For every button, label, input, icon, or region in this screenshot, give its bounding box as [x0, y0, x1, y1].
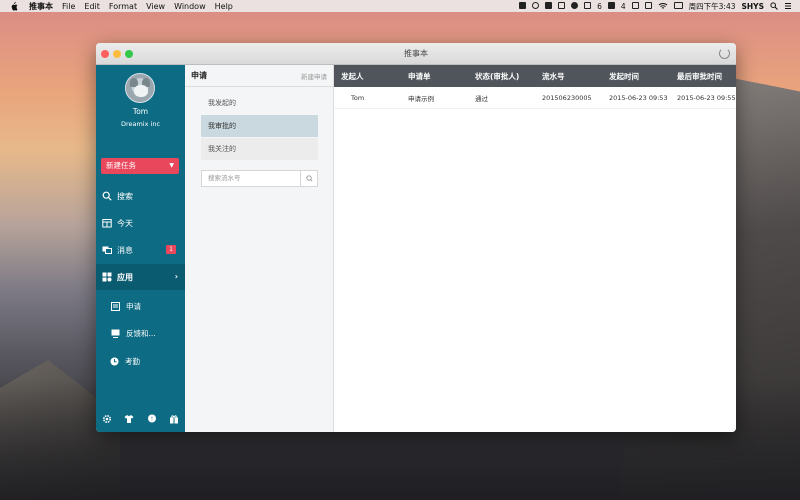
- document-icon: [111, 301, 120, 311]
- new-application-link[interactable]: 新建申请: [301, 71, 327, 81]
- column-header-serial[interactable]: 流水号: [535, 71, 602, 82]
- zoom-window-button[interactable]: [125, 50, 133, 58]
- svg-text:!: !: [151, 417, 153, 423]
- feedback-icon: [111, 329, 120, 338]
- window-controls: [101, 50, 133, 58]
- sidebar-item-today[interactable]: 今天: [96, 210, 185, 236]
- menu-format[interactable]: Format: [109, 2, 137, 11]
- menu-help[interactable]: Help: [215, 2, 233, 11]
- menubar: 推事本 File Edit Format View Window Help 6 …: [0, 0, 800, 12]
- new-task-label: 新建任务: [106, 161, 136, 170]
- battery-icon[interactable]: [673, 1, 683, 11]
- new-task-button[interactable]: 新建任务 ▼: [101, 158, 179, 174]
- search-icon: [102, 191, 112, 201]
- minimize-window-button[interactable]: [113, 50, 121, 58]
- search-button[interactable]: [300, 171, 317, 186]
- cell-last-approved: 2015-06-23 09:55: [677, 93, 736, 102]
- column-header-initiator[interactable]: 发起人: [334, 71, 401, 82]
- panel-header: 申请 新建申请: [185, 65, 333, 87]
- filter-initiated-by-me[interactable]: 我发起的: [201, 92, 318, 114]
- calendar-icon: [102, 218, 112, 228]
- status-app2-icon[interactable]: [532, 1, 540, 11]
- clock-text[interactable]: 周四下午3:43: [689, 1, 736, 12]
- chevron-right-icon: ›: [174, 272, 178, 281]
- sidebar-subitem-applications[interactable]: 申请: [96, 294, 185, 318]
- sidebar-subitem-label: 反馈和...: [126, 328, 156, 338]
- sidebar-item-apps[interactable]: 应用 ›: [96, 264, 185, 290]
- status-app7-icon[interactable]: [607, 1, 615, 11]
- cell-created: 2015-06-23 09:53: [609, 93, 668, 102]
- status-count-1[interactable]: 6: [597, 2, 602, 11]
- sidebar-subitem-label: 考勤: [125, 356, 140, 366]
- avatar[interactable]: [125, 73, 155, 103]
- airplay-icon[interactable]: [644, 1, 652, 11]
- cell-status: 通过: [475, 94, 488, 103]
- sidebar-bottom-toolbar: !: [96, 406, 185, 432]
- applications-table: 发起人 申请单 状态(审批人) 流水号 发起时间 最后审批时间 Tom 申请示例…: [334, 65, 736, 432]
- filter-followed-by-me[interactable]: 我关注的: [201, 138, 318, 160]
- sidebar-subitem-feedback[interactable]: 反馈和...: [96, 321, 185, 345]
- status-app5-icon[interactable]: [571, 1, 579, 11]
- serial-search-input[interactable]: 搜索流水号: [201, 170, 318, 187]
- column-header-form[interactable]: 申请单: [401, 71, 468, 82]
- clock-icon: [110, 357, 119, 366]
- apple-icon[interactable]: [10, 1, 20, 11]
- status-app4-icon[interactable]: [558, 1, 566, 11]
- notification-center-icon[interactable]: [784, 2, 792, 10]
- sidebar-item-search[interactable]: 搜索: [96, 183, 185, 209]
- sidebar-item-attendance[interactable]: 考勤: [96, 349, 185, 373]
- sidebar-subitem-label: 申请: [126, 301, 141, 311]
- apps-icon: [102, 272, 112, 282]
- message-icon: [102, 245, 112, 255]
- close-window-button[interactable]: [101, 50, 109, 58]
- sidebar-item-label: 消息: [117, 245, 133, 255]
- sidebar-item-label: 搜索: [117, 191, 133, 201]
- status-area: 6 4 周四下午3:43 SHYS: [519, 0, 792, 12]
- sidebar-item-label: 应用: [117, 272, 133, 282]
- menu-edit[interactable]: Edit: [84, 2, 100, 11]
- table-header: 发起人 申请单 状态(审批人) 流水号 发起时间 最后审批时间: [334, 65, 736, 87]
- column-header-last-approved[interactable]: 最后审批时间: [670, 71, 734, 82]
- sidebar-item-messages[interactable]: 消息 1: [96, 237, 185, 263]
- column-header-created[interactable]: 发起时间: [602, 71, 670, 82]
- search-placeholder: 搜索流水号: [208, 174, 241, 182]
- status-app6-icon[interactable]: [584, 1, 592, 11]
- gear-icon[interactable]: [102, 414, 112, 424]
- user-name[interactable]: SHYS: [741, 2, 764, 11]
- wifi-icon[interactable]: [658, 2, 668, 10]
- column-header-status[interactable]: 状态(审批人): [468, 71, 535, 82]
- gift-icon[interactable]: [169, 414, 179, 424]
- menu-window[interactable]: Window: [174, 2, 206, 11]
- status-app8-icon[interactable]: [631, 1, 639, 11]
- company-name-label: Dreamix inc: [120, 120, 161, 128]
- filter-approved-by-me[interactable]: 我审批的: [201, 115, 318, 137]
- status-count-2[interactable]: 4: [621, 2, 626, 11]
- menu-view[interactable]: View: [146, 2, 165, 11]
- sidebar-item-label: 今天: [117, 218, 133, 228]
- status-app3-icon[interactable]: [545, 1, 553, 11]
- refresh-icon[interactable]: [719, 48, 730, 59]
- window-title: 推事本: [404, 49, 428, 58]
- cell-serial: 201506230005: [542, 93, 592, 102]
- shirt-icon[interactable]: [124, 414, 134, 424]
- help-icon[interactable]: !: [147, 414, 157, 424]
- menu-app-name[interactable]: 推事本: [29, 1, 53, 12]
- window-titlebar[interactable]: 推事本: [96, 43, 736, 65]
- cell-form: 申请示例: [408, 94, 434, 103]
- user-name-label: Tom: [132, 107, 149, 116]
- panel-title: 申请: [191, 71, 207, 80]
- table-row[interactable]: Tom 申请示例 通过 201506230005 2015-06-23 09:5…: [334, 87, 736, 109]
- menu-file[interactable]: File: [62, 2, 75, 11]
- caret-down-icon[interactable]: ▼: [169, 158, 174, 174]
- applications-panel: 申请 新建申请 我发起的 我审批的 我关注的 搜索流水号: [185, 65, 334, 432]
- app-window: 推事本 Tom Dreamix inc 新建任务 ▼ 搜索 今天 消息 1 应用…: [96, 43, 736, 432]
- status-app-icon[interactable]: [519, 1, 527, 11]
- spotlight-icon[interactable]: [770, 2, 778, 10]
- unread-badge: 1: [166, 245, 176, 254]
- sidebar: Tom Dreamix inc 新建任务 ▼ 搜索 今天 消息 1 应用 › 申…: [96, 65, 185, 432]
- cell-initiator: Tom: [351, 93, 365, 102]
